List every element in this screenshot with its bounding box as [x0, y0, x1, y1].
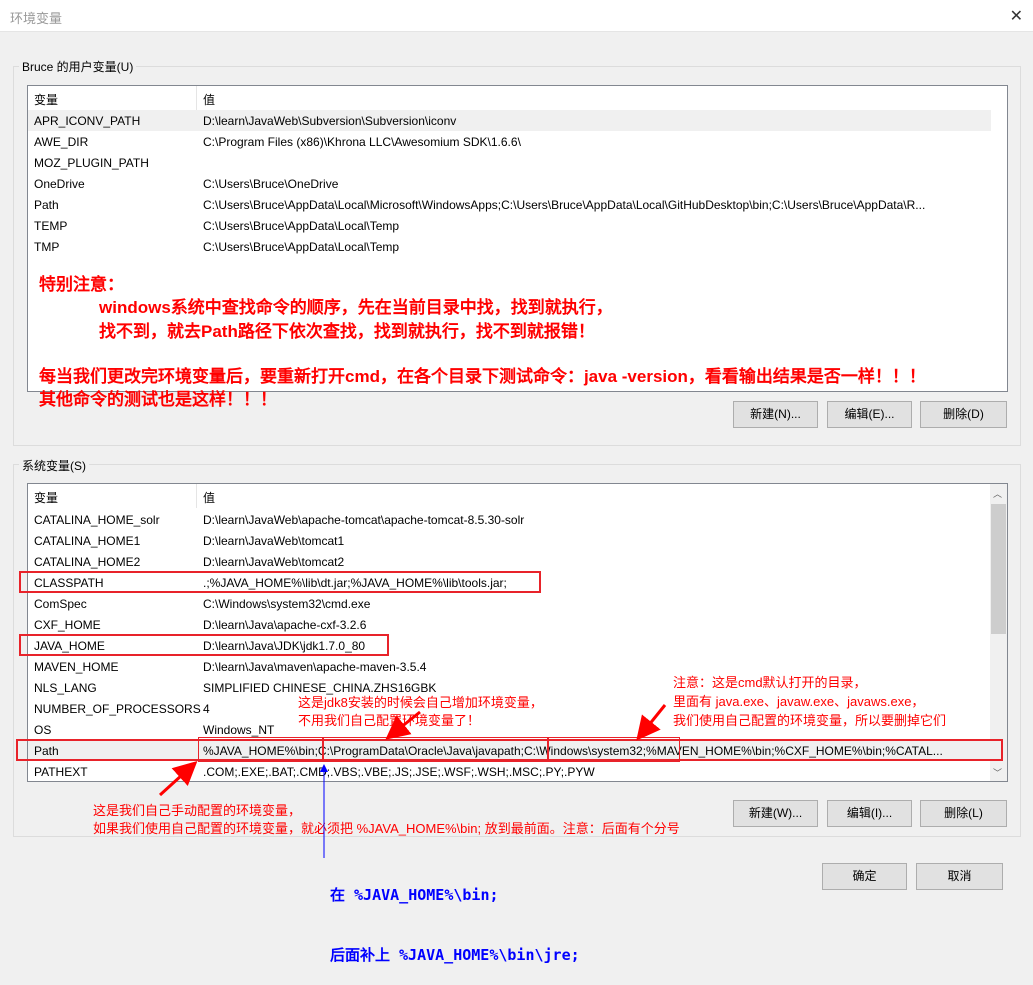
variable-name: APR_ICONV_PATH: [34, 114, 141, 128]
system-delete-button[interactable]: 删除(L): [920, 800, 1007, 827]
annotation-line: 后面补上 %JAVA_HOME%\bin\jre;: [330, 946, 580, 964]
annotation-line: 里面有 java.exe、javaw.exe、javaws.exe，: [673, 694, 925, 709]
table-row[interactable]: PATHEXT .COM;.EXE;.BAT;.CMD;.VBS;.VBE;.JS…: [28, 761, 991, 781]
variable-name: NLS_LANG: [34, 681, 97, 695]
variable-value: C:\Windows\system32\cmd.exe: [203, 597, 371, 611]
table-row[interactable]: APR_ICONV_PATH D:\learn\JavaWeb\Subversio…: [28, 110, 991, 131]
user-variables-list[interactable]: 变量 值 APR_ICONV_PATH D:\learn\JavaWeb\Subv…: [27, 85, 1008, 392]
classpath-highlight: [19, 571, 541, 593]
variable-value: D:\learn\JavaWeb\apache-tomcat\apache-to…: [203, 513, 525, 527]
user-edit-button[interactable]: 编辑(E)...: [827, 401, 912, 428]
list-header: 变量 值: [28, 86, 1007, 110]
variable-name: AWE_DIR: [34, 135, 89, 149]
variable-value: D:\learn\Java\apache-cxf-3.2.6: [203, 618, 367, 632]
table-row[interactable]: Path C:\Users\Bruce\AppData\Local\Microso…: [28, 194, 991, 215]
variable-name: OneDrive: [34, 177, 85, 191]
variable-value: C:\Users\Bruce\AppData\Local\Microsoft\W…: [203, 198, 926, 212]
annotation-line: windows系统中查找命令的顺序，先在当前目录中找，找到就执行，: [99, 298, 613, 317]
variable-name: ComSpec: [34, 597, 87, 611]
user-delete-button[interactable]: 删除(D): [920, 401, 1007, 428]
annotation-line: 我们使用自己配置的环境变量，所以要删掉它们: [673, 713, 947, 728]
variable-name: CATALINA_HOME1: [34, 534, 141, 548]
variable-value: C:\Program Files (x86)\Khrona LLC\Awesom…: [203, 135, 521, 149]
annotation-title: 特别注意：: [39, 275, 124, 294]
variable-name: TEMP: [34, 219, 68, 233]
table-row[interactable]: OneDrive C:\Users\Bruce\OneDrive: [28, 173, 991, 194]
system-variables-label: 系统变量(S): [19, 457, 89, 474]
variable-value: Windows_NT: [203, 723, 275, 737]
variable-value: D:\learn\JavaWeb\tomcat1: [203, 534, 345, 548]
user-variables-label: Bruce 的用户变量(U): [19, 58, 137, 75]
variable-value: D:\learn\JavaWeb\tomcat2: [203, 555, 345, 569]
java-home-bin-highlight: [198, 737, 323, 762]
annotation-line: 注意：这是cmd默认打开的目录，: [673, 675, 867, 690]
variable-name: MAVEN_HOME: [34, 660, 119, 674]
list-header: 变量 值: [28, 484, 1007, 508]
column-header-name[interactable]: 变量: [34, 489, 58, 506]
table-row[interactable]: CATALINA_HOME1 D:\learn\JavaWeb\tomcat1: [28, 530, 991, 551]
annotation-line: 其他命令的测试也是这样！！！: [39, 390, 277, 409]
system32-highlight: [548, 737, 680, 762]
close-icon[interactable]: ✕: [1010, 6, 1023, 26]
system-new-button[interactable]: 新建(W)...: [733, 800, 818, 827]
column-header-value[interactable]: 值: [203, 91, 215, 108]
variable-name: Path: [34, 198, 59, 212]
annotation-line: 如果我们使用自己配置的环境变量，就必须把 %JAVA_HOME%\bin; 放到…: [93, 821, 680, 836]
scroll-up-icon[interactable]: ︿: [993, 487, 1002, 500]
variable-value: C:\Users\Bruce\OneDrive: [203, 177, 339, 191]
table-row[interactable]: TEMP C:\Users\Bruce\AppData\Local\Temp: [28, 215, 991, 236]
variable-name: PATHEXT: [34, 765, 88, 779]
annotation-line: 找不到，就去Path路径下依次查找，找到就执行，找不到就报错！: [99, 322, 595, 341]
cancel-button[interactable]: 取消: [916, 863, 1003, 890]
table-row[interactable]: CATALINA_HOME_solr D:\learn\JavaWeb\apach…: [28, 509, 991, 530]
scroll-down-icon[interactable]: ﹀: [993, 766, 1002, 779]
manual-annotation: 这是我们自己手动配置的环境变量， 如果我们使用自己配置的环境变量，就必须把 %J…: [93, 802, 680, 838]
scrollbar-thumb[interactable]: [991, 504, 1006, 634]
column-header-value[interactable]: 值: [203, 489, 215, 506]
annotation-line: 在 %JAVA_HOME%\bin;: [330, 886, 499, 904]
vertical-scrollbar[interactable]: ︿ ﹀: [990, 484, 1007, 781]
variable-name: TMP: [34, 240, 60, 254]
table-row[interactable]: CATALINA_HOME2 D:\learn\JavaWeb\tomcat2: [28, 551, 991, 572]
table-row[interactable]: TMP C:\Users\Bruce\AppData\Local\Temp: [28, 236, 991, 257]
javapath-highlight: [323, 737, 548, 762]
variable-value: D:\learn\JavaWeb\Subversion\Subversion\i…: [203, 114, 457, 128]
variable-name: OS: [34, 723, 52, 737]
variable-value: C:\Users\Bruce\AppData\Local\Temp: [203, 240, 400, 254]
table-row[interactable]: ComSpec C:\Windows\system32\cmd.exe: [28, 593, 991, 614]
table-row[interactable]: AWE_DIR C:\Program Files (x86)\Khrona LLC…: [28, 131, 991, 152]
column-header-name[interactable]: 变量: [34, 91, 58, 108]
annotation-line: 每当我们更改完环境变量后，要重新打开cmd，在各个目录下测试命令：java -v…: [39, 367, 926, 386]
title-bar: 环境变量 ✕: [0, 0, 1033, 32]
variable-name: CXF_HOME: [34, 618, 101, 632]
ok-button[interactable]: 确定: [822, 863, 907, 890]
variable-value: 4: [203, 702, 210, 716]
table-row[interactable]: CXF_HOME D:\learn\Java\apache-cxf-3.2.6: [28, 614, 991, 635]
annotation-line: 这是我们自己手动配置的环境变量，: [93, 803, 302, 818]
cmd-annotation: 注意：这是cmd默认打开的目录， 里面有 java.exe、javaw.exe、…: [673, 673, 946, 730]
jre-annotation: 在 %JAVA_HOME%\bin; 后面补上 %JAVA_HOME%\bin\…: [330, 845, 580, 985]
system-edit-button[interactable]: 编辑(I)...: [827, 800, 912, 827]
jdk8-annotation: 这是jdk8安装的时候会自己增加环境变量， 不用我们自己配置环境变量了！: [298, 694, 543, 730]
variable-name: NUMBER_OF_PROCESSORS: [34, 702, 201, 716]
user-new-button[interactable]: 新建(N)...: [733, 401, 818, 428]
variable-value: C:\Users\Bruce\AppData\Local\Temp: [203, 219, 400, 233]
variable-name: CATALINA_HOME_solr: [34, 513, 160, 527]
java-home-highlight: [19, 634, 389, 656]
variable-name: MOZ_PLUGIN_PATH: [34, 156, 149, 170]
variable-name: CATALINA_HOME2: [34, 555, 141, 569]
annotation-line: 不用我们自己配置环境变量了！: [298, 713, 481, 728]
variable-value: SIMPLIFIED CHINESE_CHINA.ZHS16GBK: [203, 681, 437, 695]
variable-value: D:\learn\Java\maven\apache-maven-3.5.4: [203, 660, 427, 674]
annotation-line: 这是jdk8安装的时候会自己增加环境变量，: [298, 695, 543, 710]
table-row[interactable]: MOZ_PLUGIN_PATH: [28, 152, 991, 173]
variable-value: .COM;.EXE;.BAT;.CMD;.VBS;.VBE;.JS;.JSE;.…: [203, 765, 595, 779]
window-title: 环境变量: [10, 11, 63, 26]
